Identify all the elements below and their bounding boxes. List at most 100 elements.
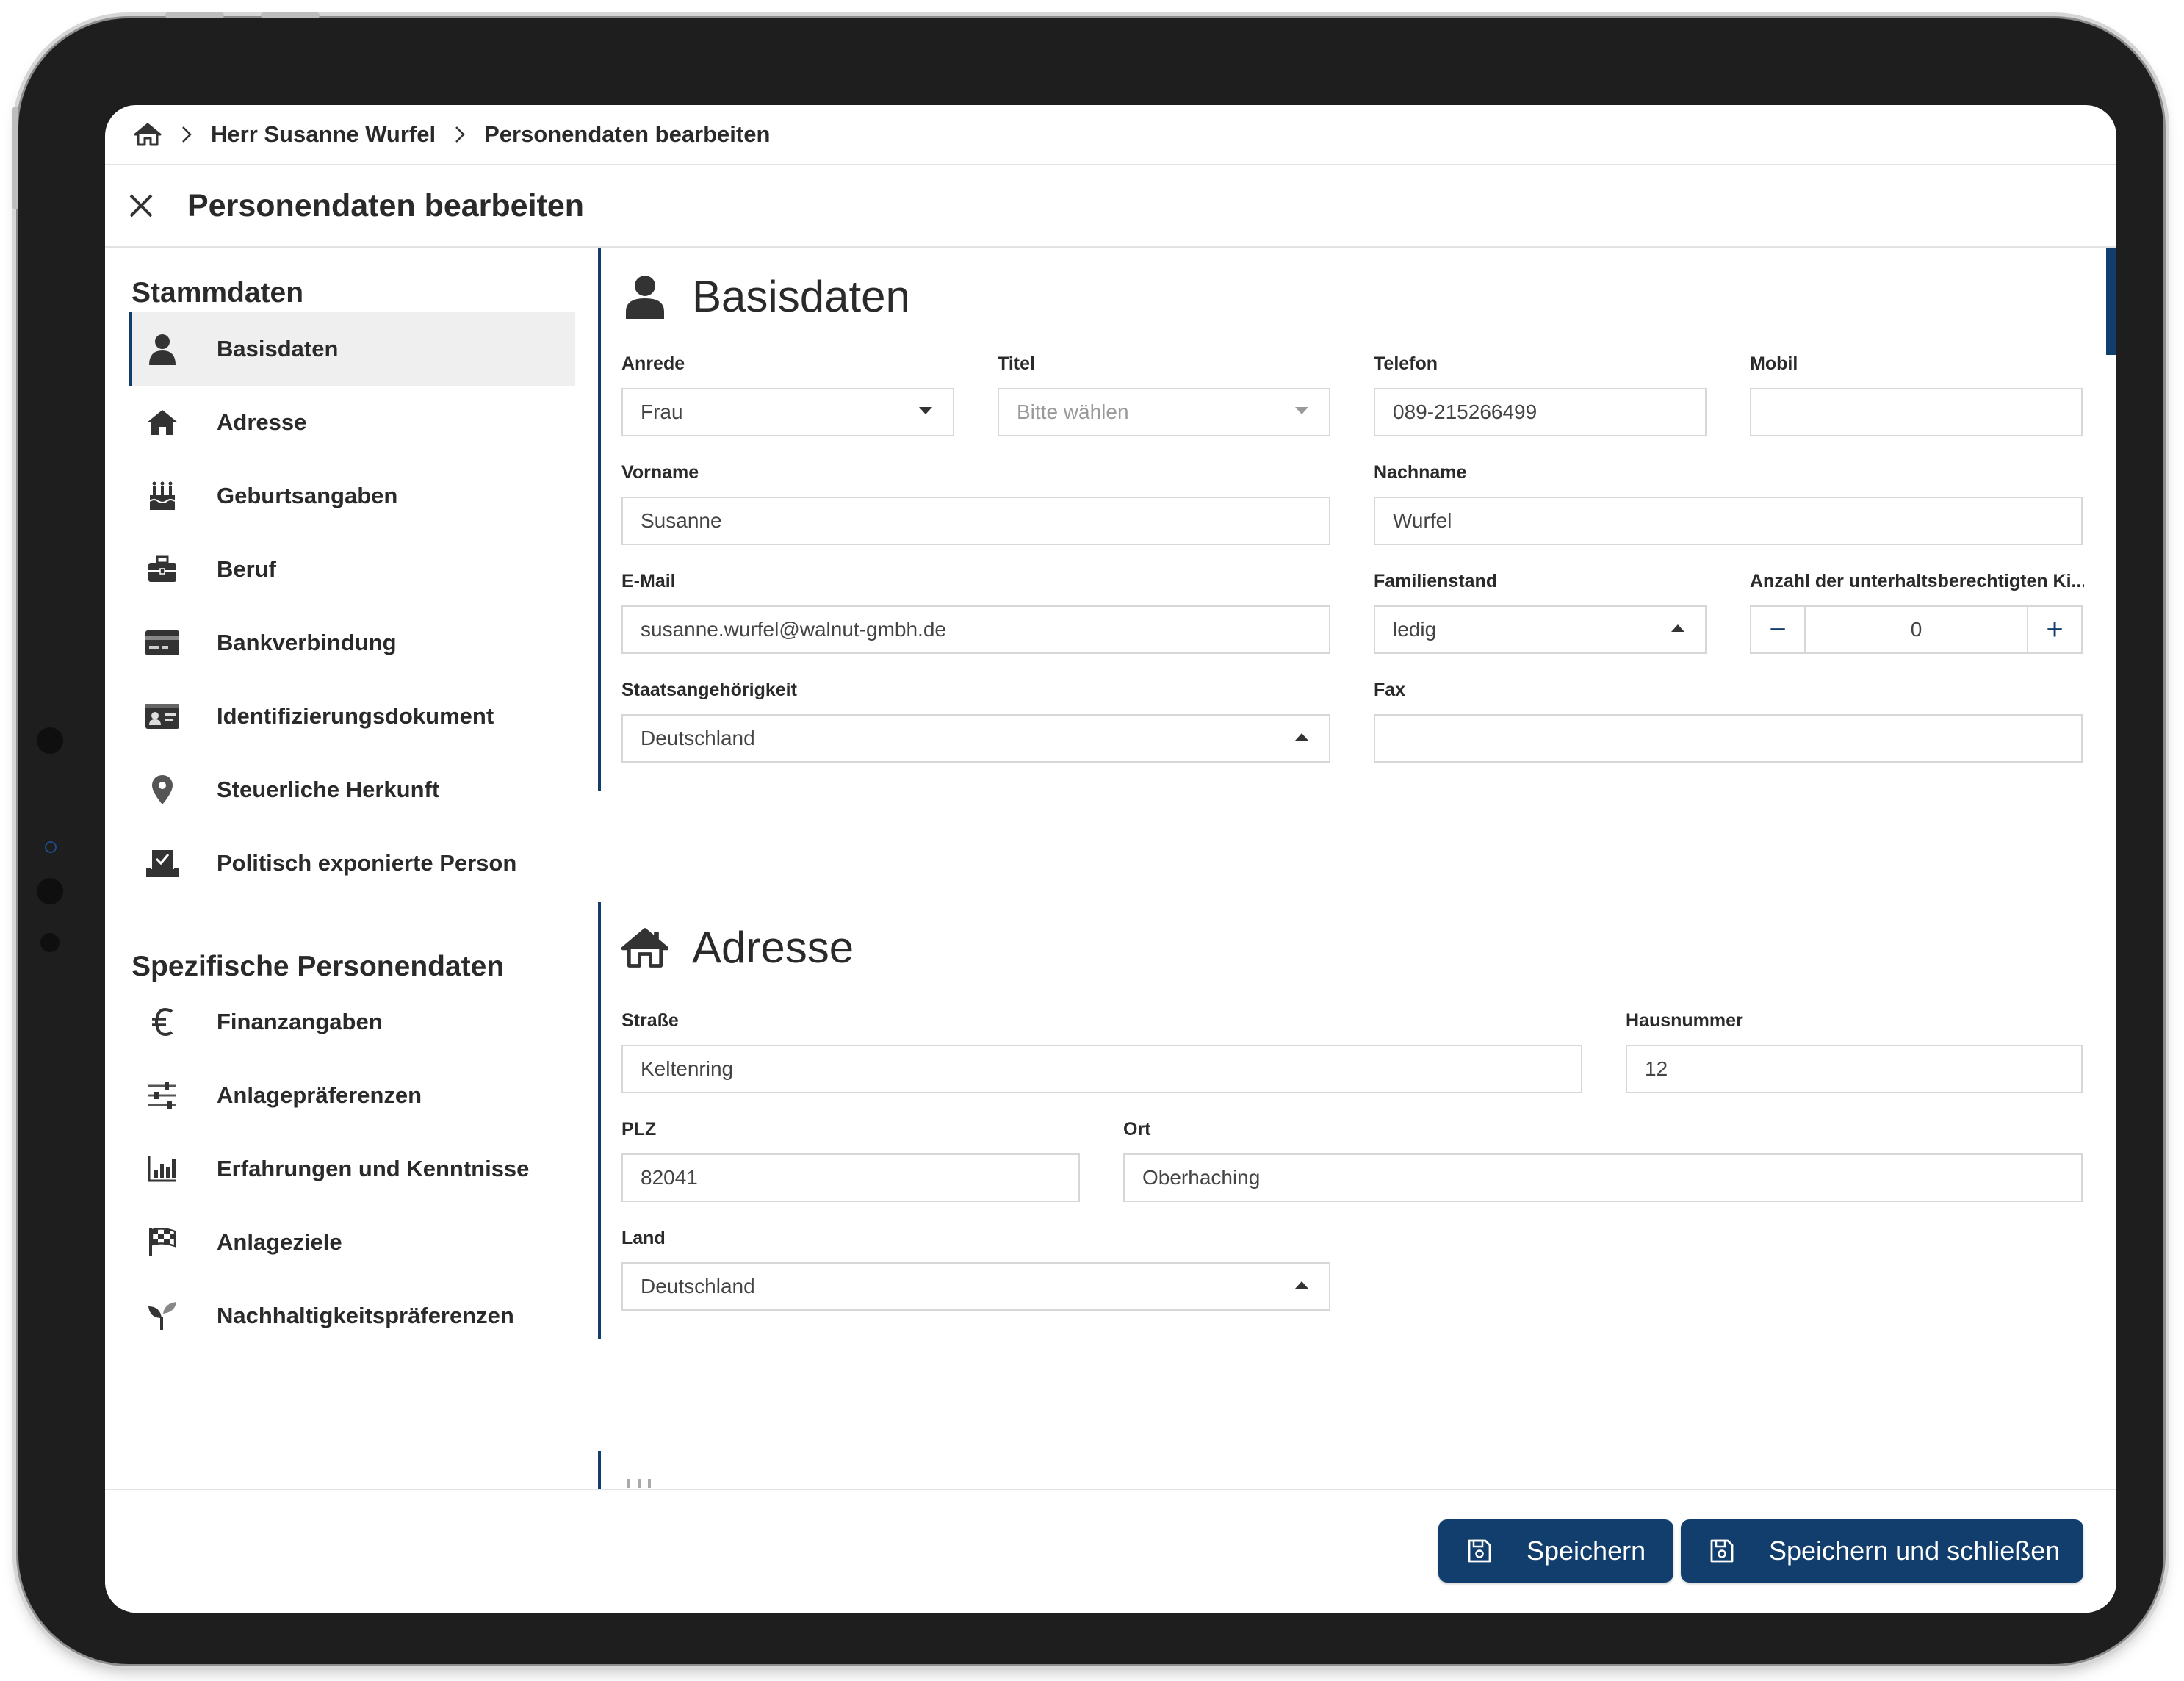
chevron-down-icon [1295, 407, 1308, 414]
sidebar-item-label: Adresse [217, 409, 307, 435]
anrede-select[interactable]: Frau [621, 388, 954, 436]
sidebar-item-finanzangaben[interactable]: Finanzangaben [129, 985, 575, 1059]
sidebar-item-adresse[interactable]: Adresse [129, 386, 575, 459]
save-and-close-button-label: Speichern und schließen [1769, 1536, 2061, 1566]
email-field[interactable]: susanne.wurfel@walnut-gmbh.de [621, 605, 1330, 654]
sidebar-item-erfahrungen-und-kenntnisse[interactable]: Erfahrungen und Kenntnisse [129, 1132, 575, 1206]
anrede-label: Anrede [621, 353, 685, 374]
strasse-value: Keltenring [641, 1057, 734, 1080]
familienstand-label: Familienstand [1374, 571, 1498, 591]
section-title-basisdaten: Basisdaten [621, 271, 910, 322]
fax-field[interactable] [1374, 714, 2083, 763]
nachname-field[interactable]: Wurfel [1374, 497, 2083, 545]
nachname-value: Wurfel [1393, 509, 1452, 532]
scrollbar-thumb[interactable] [2106, 248, 2116, 355]
app-screen: Herr Susanne Wurfel Personendaten bearbe… [105, 105, 2116, 1613]
footer-bar: Speichern Speichern und schließen [105, 1489, 2116, 1613]
sidebar-item-label: Erfahrungen und Kenntnisse [217, 1156, 530, 1181]
strasse-label: Straße [621, 1010, 679, 1031]
telefon-field[interactable]: 089-215266499 [1374, 388, 1707, 436]
telefon-label: Telefon [1374, 353, 1438, 374]
chevron-up-icon [1671, 624, 1684, 632]
save-and-close-button[interactable]: Speichern und schließen [1681, 1519, 2083, 1583]
birthday-cake-icon [627, 1479, 651, 1488]
titel-label: Titel [998, 353, 1035, 374]
sidebar-item-beruf[interactable]: Beruf [129, 533, 575, 606]
section-heading: Basisdaten [692, 272, 910, 321]
sidebar-group-title: Stammdaten [131, 277, 304, 309]
birthday-cake-icon [143, 477, 181, 515]
staatsangehoerigkeit-select[interactable]: Deutschland [621, 714, 1330, 763]
sidebar-item-label: Steuerliche Herkunft [217, 777, 440, 802]
ballot-box-icon [143, 844, 181, 882]
sliders-icon [143, 1076, 181, 1115]
sidebar-item-label: Nachhaltigkeitspräferenzen [217, 1303, 514, 1328]
tablet-frame: Herr Susanne Wurfel Personendaten bearbe… [12, 12, 2163, 1664]
ort-value: Oberhaching [1142, 1166, 1261, 1189]
kinder-value[interactable]: 0 [1804, 607, 2028, 652]
hausnummer-field[interactable]: 12 [1626, 1045, 2083, 1093]
power-button [12, 107, 18, 209]
checkered-flag-icon [143, 1223, 181, 1261]
chevron-up-icon [1295, 733, 1308, 741]
land-select[interactable]: Deutschland [621, 1262, 1330, 1311]
plz-field[interactable]: 82041 [621, 1153, 1080, 1202]
person-icon [621, 273, 668, 320]
sensor-icon [40, 933, 60, 952]
close-icon[interactable] [126, 190, 156, 221]
home-icon[interactable] [133, 120, 162, 149]
sidebar-item-geburtsangaben[interactable]: Geburtsangaben [129, 459, 575, 533]
title-bar: Personendaten bearbeiten [105, 165, 2116, 248]
seedling-icon [143, 1297, 181, 1335]
chevron-right-icon [455, 126, 465, 143]
sidebar-item-nachhaltigkeitspraeferenzen[interactable]: Nachhaltigkeitspräferenzen [129, 1279, 575, 1353]
fax-label: Fax [1374, 680, 1406, 700]
briefcase-icon [143, 550, 181, 588]
sidebar-item-anlagepraeferenzen[interactable]: Anlagepräferenzen [129, 1059, 575, 1132]
sidebar-item-label: Anlageziele [217, 1229, 342, 1255]
plz-label: PLZ [621, 1119, 657, 1140]
bar-chart-icon [143, 1150, 181, 1188]
email-label: E-Mail [621, 571, 676, 591]
familienstand-value: ledig [1393, 618, 1437, 641]
strasse-field[interactable]: Keltenring [621, 1045, 1582, 1093]
nachname-label: Nachname [1374, 462, 1467, 483]
sidebar: Stammdaten Basisdaten Adresse Geburtsang… [105, 248, 575, 1497]
decrement-button[interactable]: − [1751, 607, 1804, 652]
home-icon [621, 924, 668, 971]
hausnummer-label: Hausnummer [1626, 1010, 1743, 1031]
save-button[interactable]: Speichern [1438, 1519, 1673, 1583]
kinder-stepper[interactable]: − 0 + [1750, 605, 2083, 654]
familienstand-select[interactable]: ledig [1374, 605, 1707, 654]
sidebar-item-anlageziele[interactable]: Anlageziele [129, 1206, 575, 1279]
sidebar-item-label: Beruf [217, 556, 276, 582]
page-title: Personendaten bearbeiten [187, 187, 585, 223]
credit-card-icon [143, 624, 181, 662]
sidebar-item-label: Bankverbindung [217, 630, 397, 655]
chevron-right-icon [181, 126, 192, 143]
mobil-field[interactable] [1750, 388, 2083, 436]
email-value: susanne.wurfel@walnut-gmbh.de [641, 618, 946, 641]
breadcrumb: Herr Susanne Wurfel Personendaten bearbe… [105, 105, 2116, 165]
section-title-adresse: Adresse [621, 922, 854, 973]
sidebar-item-bankverbindung[interactable]: Bankverbindung [129, 606, 575, 680]
section-heading: Adresse [692, 923, 854, 972]
titel-select[interactable]: Bitte wählen [998, 388, 1330, 436]
camera-icon [37, 727, 63, 754]
vorname-field[interactable]: Susanne [621, 497, 1330, 545]
sidebar-item-steuerliche-herkunft[interactable]: Steuerliche Herkunft [129, 753, 575, 827]
home-icon [143, 403, 181, 442]
breadcrumb-item-person[interactable]: Herr Susanne Wurfel [211, 121, 436, 148]
sidebar-item-label: Basisdaten [217, 336, 339, 361]
floppy-disk-icon [1707, 1536, 1737, 1566]
telefon-value: 089-215266499 [1393, 400, 1538, 423]
sidebar-item-identifizierungsdokument[interactable]: Identifizierungsdokument [129, 680, 575, 753]
sidebar-item-politisch-exponierte-person[interactable]: Politisch exponierte Person [129, 827, 575, 900]
map-pin-icon [143, 771, 181, 809]
increment-button[interactable]: + [2028, 607, 2081, 652]
sidebar-item-label: Anlagepräferenzen [217, 1082, 422, 1108]
sidebar-item-basisdaten[interactable]: Basisdaten [129, 312, 575, 386]
sidebar-item-label: Politisch exponierte Person [217, 850, 517, 876]
section-indicator [598, 902, 601, 1339]
ort-field[interactable]: Oberhaching [1123, 1153, 2083, 1202]
